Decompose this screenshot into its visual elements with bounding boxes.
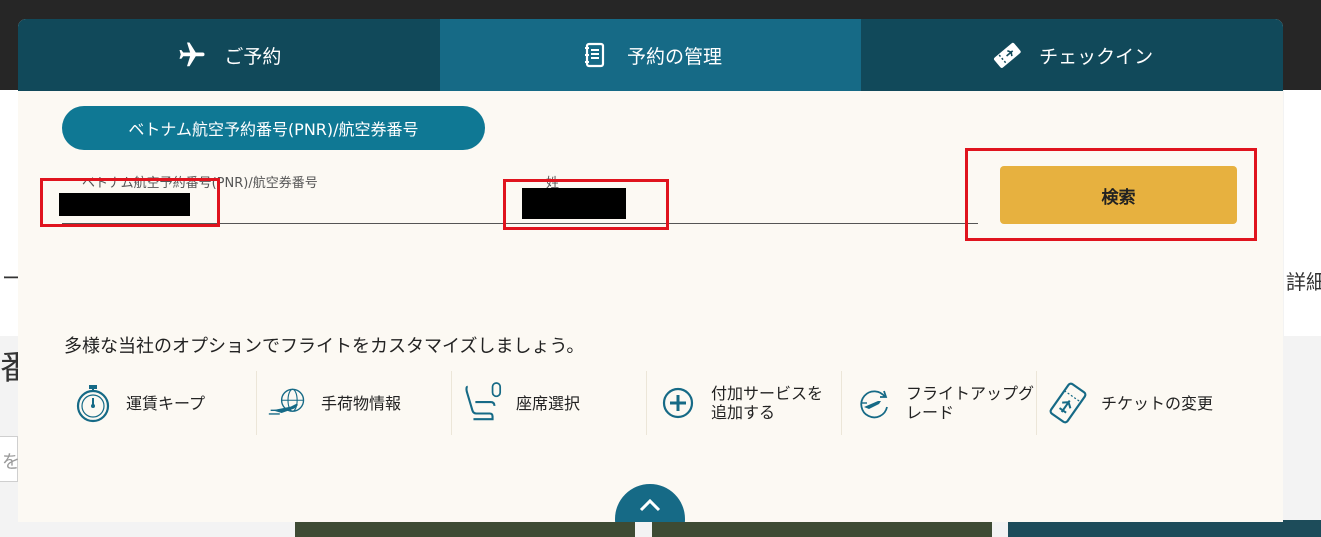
search-button[interactable]: 検索 [1000, 166, 1237, 224]
booklet-icon [579, 39, 611, 71]
tab-label: チェックイン [1039, 45, 1154, 68]
option-label: チケットの変更 [1101, 393, 1214, 413]
ticket-icon [991, 39, 1023, 71]
booking-tabs: ご予約 予約の管理 チェックイン [18, 19, 1283, 91]
surname-field-underline [514, 223, 978, 224]
option-ticket-change[interactable]: チケットの変更 [1037, 371, 1232, 435]
tab-label: 予約の管理 [627, 45, 723, 68]
option-label: 手荷物情報 [321, 393, 402, 413]
background-image [652, 520, 992, 537]
tab-check-in[interactable]: チェックイン [861, 19, 1283, 91]
option-label: フライトアップグ レード [906, 384, 1035, 422]
pnr-field-label: ベトナム航空予約番号(PNR)/航空券番号 [82, 176, 318, 191]
background-image [295, 520, 635, 537]
seat-icon [462, 382, 504, 424]
option-baggage-info[interactable]: 手荷物情報 [257, 371, 452, 435]
option-label: 運賃キープ [126, 393, 206, 413]
pnr-input[interactable] [59, 193, 190, 216]
lookup-mode-button[interactable]: ベトナム航空予約番号(PNR)/航空券番号 [62, 106, 485, 150]
collapse-button[interactable] [615, 484, 685, 522]
page-right-panel [1284, 90, 1321, 336]
airplane-globe-icon [267, 382, 309, 424]
options-list: 運賃キープ 手荷物情報 座席選択 付加サービスを 追加する フライトアップグ レ… [62, 371, 1234, 435]
background-details-link: 詳細は [1286, 270, 1321, 294]
stopwatch-icon [72, 382, 114, 424]
tab-label: ご予約 [224, 45, 282, 68]
surname-input[interactable] [522, 188, 626, 219]
booking-widget: ご予約 予約の管理 チェックイン ベトナム航空予約番号(PNR)/航空券番号 ベ… [18, 19, 1283, 522]
option-fare-keep[interactable]: 運賃キープ [62, 371, 257, 435]
plus-circle-icon [657, 382, 699, 424]
tab-book[interactable]: ご予約 [18, 19, 440, 91]
page-left-panel [0, 90, 18, 336]
option-flight-upgrade[interactable]: フライトアップグ レード [842, 371, 1037, 435]
background-image [1008, 520, 1321, 537]
option-label: 付加サービスを 追加する [711, 384, 824, 422]
tab-manage-booking[interactable]: 予約の管理 [439, 19, 862, 91]
pnr-field-underline [62, 223, 514, 224]
option-add-services[interactable]: 付加サービスを 追加する [647, 371, 842, 435]
upgrade-plane-icon [852, 382, 894, 424]
options-title: 多様な当社のオプションでフライトをカスタマイズしましょう。 [64, 336, 585, 357]
ticket-change-icon [1047, 382, 1089, 424]
option-seat-selection[interactable]: 座席選択 [452, 371, 647, 435]
airplane-icon [176, 39, 208, 71]
option-label: 座席選択 [516, 393, 581, 413]
chevron-up-icon [638, 497, 662, 517]
